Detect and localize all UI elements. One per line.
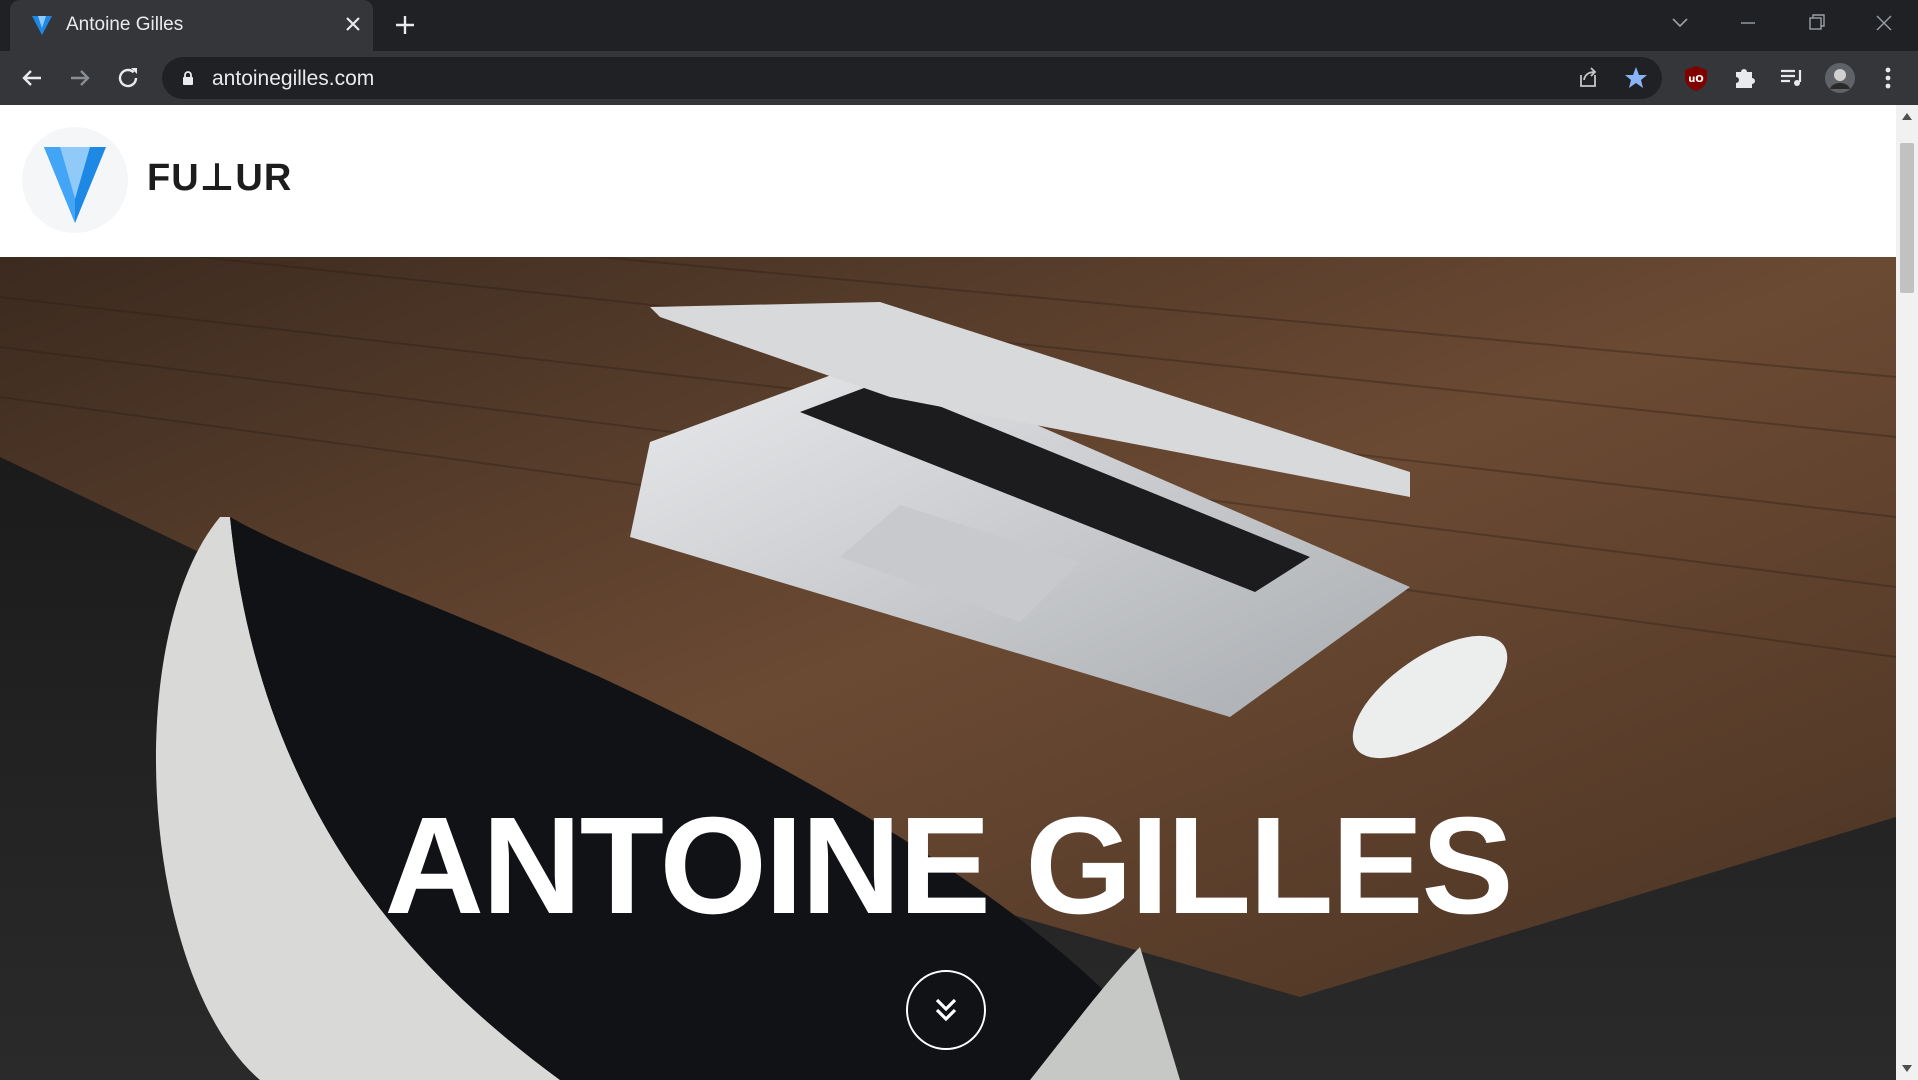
vuetify-v-icon bbox=[32, 16, 52, 35]
restore-icon[interactable] bbox=[1796, 8, 1836, 38]
forward-icon[interactable] bbox=[64, 62, 96, 94]
profile-avatar[interactable] bbox=[1824, 62, 1856, 94]
double-chevron-down-icon bbox=[935, 998, 957, 1022]
url-text[interactable]: antoinegilles.com bbox=[212, 67, 374, 91]
ublock-icon[interactable]: uO bbox=[1680, 62, 1712, 94]
site-header: FU⊥UR bbox=[0, 105, 1896, 257]
page-viewport: FU⊥UR ANTOINE GILLES bbox=[0, 105, 1896, 1080]
site-brand-name[interactable]: FU⊥UR bbox=[147, 155, 292, 200]
site-logo[interactable] bbox=[22, 127, 128, 233]
share-icon[interactable] bbox=[1572, 62, 1604, 94]
browser-toolbar: antoinegilles.com uO bbox=[0, 51, 1918, 105]
address-bar[interactable]: antoinegilles.com bbox=[162, 57, 1662, 99]
page-scrollbar[interactable] bbox=[1896, 105, 1918, 1080]
hero-section: ANTOINE GILLES bbox=[0, 257, 1896, 1080]
minimize-icon[interactable] bbox=[1728, 8, 1768, 38]
extensions-puzzle-icon[interactable] bbox=[1728, 62, 1760, 94]
close-icon[interactable] bbox=[340, 11, 366, 37]
reload-icon[interactable] bbox=[112, 62, 144, 94]
scroll-down-arrow[interactable] bbox=[1902, 1065, 1912, 1072]
back-icon[interactable] bbox=[16, 62, 48, 94]
tab-strip: Antoine Gilles bbox=[0, 0, 1918, 51]
vuetify-logo-icon bbox=[44, 147, 106, 223]
tab-title: Antoine Gilles bbox=[66, 14, 184, 35]
close-window-icon[interactable] bbox=[1864, 8, 1904, 38]
hero-title: ANTOINE GILLES bbox=[384, 789, 1513, 943]
tab-search-icon[interactable] bbox=[1660, 8, 1700, 38]
bookmark-star-icon[interactable] bbox=[1620, 62, 1652, 94]
new-tab-button[interactable] bbox=[390, 10, 420, 40]
scroll-down-button[interactable] bbox=[906, 970, 986, 1050]
hero-background-image bbox=[0, 257, 1896, 1080]
lock-icon[interactable] bbox=[182, 70, 194, 86]
browser-tab[interactable]: Antoine Gilles bbox=[10, 0, 373, 51]
menu-dots-icon[interactable] bbox=[1872, 62, 1904, 94]
media-queue-icon[interactable] bbox=[1776, 62, 1808, 94]
scroll-up-arrow[interactable] bbox=[1902, 113, 1912, 120]
svg-text:uO: uO bbox=[1688, 74, 1704, 85]
scroll-thumb[interactable] bbox=[1900, 143, 1914, 293]
